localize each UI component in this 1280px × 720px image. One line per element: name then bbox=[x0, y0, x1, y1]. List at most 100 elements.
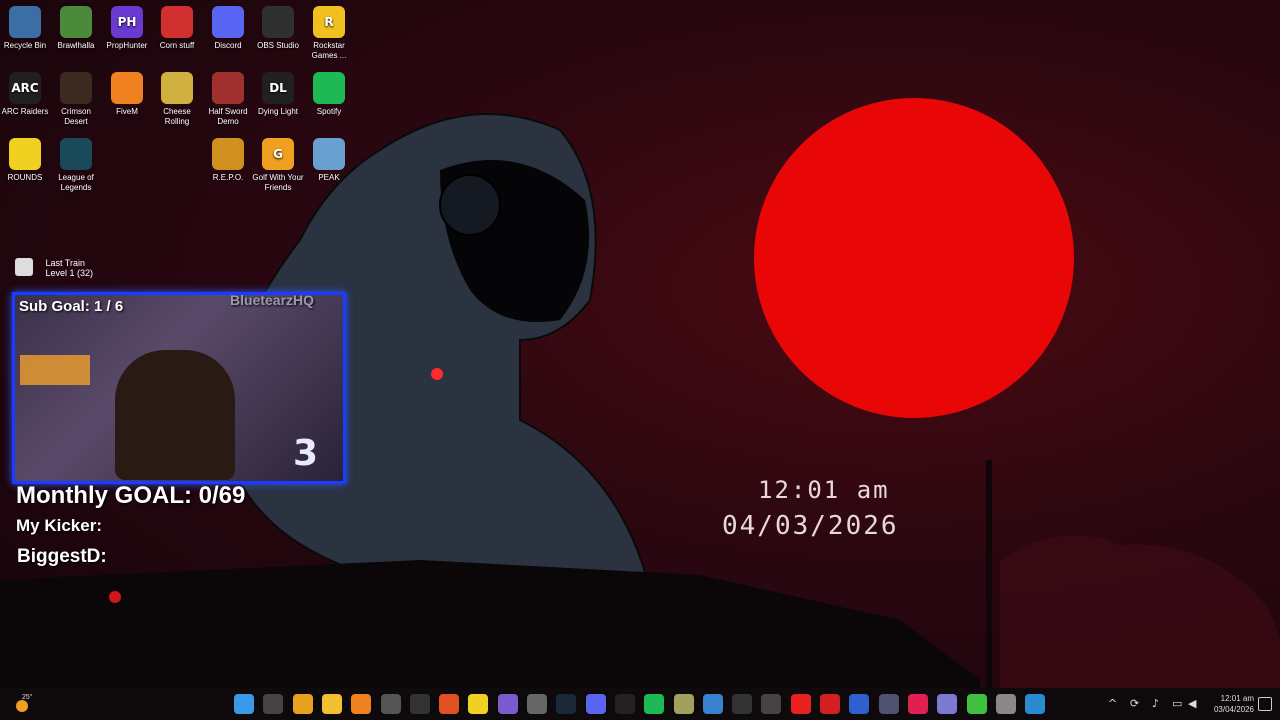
peak-icon bbox=[313, 138, 345, 170]
start-icon[interactable] bbox=[234, 694, 254, 714]
desktop-icon-corn-stuff[interactable]: Corn stuff bbox=[151, 6, 203, 51]
desktop-icon-golf-with-your-friends[interactable]: G Golf With Your Friends bbox=[252, 138, 304, 193]
settings-icon[interactable] bbox=[995, 694, 1016, 714]
desktop-icon-league-of-legends[interactable]: League of Legends bbox=[50, 138, 102, 193]
golf-with-your-friends-icon: G bbox=[262, 138, 294, 170]
show-hidden-icons[interactable]: ^ bbox=[1108, 697, 1117, 710]
taskbar: 25° ^ ⟳ ♪ ▭ ◀ 12:01 am 03/04/2026 bbox=[0, 688, 1280, 720]
epic-games-icon[interactable] bbox=[409, 694, 430, 714]
league-of-legends-icon bbox=[60, 138, 92, 170]
weather-widget[interactable]: 25° bbox=[12, 694, 52, 714]
brawlhalla-icon bbox=[60, 6, 92, 38]
faceit-icon[interactable] bbox=[790, 694, 811, 714]
prophunter-icon: PH bbox=[111, 6, 143, 38]
desktop-icon-label: Crimson Desert bbox=[61, 107, 91, 126]
cheese-rolling-icon bbox=[161, 72, 193, 104]
mic-icon[interactable]: ♪ bbox=[1152, 697, 1159, 710]
desktop-icon-half-sword[interactable]: Half Sword Demo bbox=[202, 72, 254, 127]
sticky-notes-icon[interactable] bbox=[468, 694, 489, 714]
desktop-icon-arc-raiders[interactable]: ARC ARC Raiders bbox=[0, 72, 51, 117]
desktop-icon-obs-studio[interactable]: OBS Studio bbox=[252, 6, 304, 51]
desktop-icon-brawlhalla[interactable]: Brawlhalla bbox=[50, 6, 102, 51]
display-icon[interactable]: ▭ bbox=[1172, 697, 1182, 710]
biggest-donor: BiggestD: bbox=[17, 546, 107, 567]
file-explorer-icon[interactable] bbox=[321, 694, 342, 714]
desktop-icon-crimson-desert[interactable]: Crimson Desert bbox=[50, 72, 102, 127]
desktop-icon-label: ARC Raiders bbox=[1, 107, 49, 116]
obs-icon[interactable] bbox=[380, 694, 401, 714]
app-icon-6[interactable] bbox=[849, 694, 870, 714]
vlc-icon[interactable] bbox=[351, 694, 372, 714]
desktop-icon-label: Half Sword Demo bbox=[208, 107, 248, 126]
weather-icon bbox=[16, 700, 28, 712]
app-icon-10[interactable] bbox=[1025, 694, 1046, 714]
desktop-icon-discord[interactable]: Discord bbox=[202, 6, 254, 51]
last-train-level: Level 1 (32) bbox=[45, 268, 93, 278]
desktop-icon-label: Discord bbox=[214, 41, 242, 50]
spotify-icon bbox=[313, 72, 345, 104]
notification-icon[interactable] bbox=[1258, 697, 1272, 711]
rounds-icon bbox=[9, 138, 41, 170]
network-icon[interactable]: ⟳ bbox=[1130, 697, 1139, 710]
brave-icon[interactable] bbox=[439, 694, 460, 714]
steam-icon[interactable] bbox=[556, 694, 577, 714]
volume-icon[interactable]: ◀ bbox=[1188, 697, 1196, 710]
terminal-icon[interactable] bbox=[732, 694, 753, 714]
desktop-icon-label: FiveM bbox=[116, 107, 138, 116]
app-icon-7[interactable] bbox=[878, 694, 899, 714]
spotify-icon[interactable] bbox=[644, 694, 665, 714]
my-kicker: My Kicker: bbox=[16, 516, 102, 535]
desktop-icon-peak[interactable]: PEAK bbox=[303, 138, 355, 183]
monthly-goal: Monthly GOAL: 0/69 bbox=[16, 482, 246, 509]
app-icon-2[interactable] bbox=[527, 694, 547, 714]
discord-icon[interactable] bbox=[585, 694, 606, 714]
arc-raiders-icon: ARC bbox=[9, 72, 41, 104]
desktop-icon-label: R.E.P.O. bbox=[212, 173, 244, 182]
app-icon-5[interactable] bbox=[820, 694, 840, 714]
desktop-icon-spotify[interactable]: Spotify bbox=[303, 72, 355, 117]
fivem-icon bbox=[111, 72, 143, 104]
desktop-icon-label: Brawlhalla bbox=[57, 41, 95, 50]
desktop-clock-date: 04/03/2026 bbox=[722, 511, 899, 541]
last-train-title: Last Train bbox=[45, 258, 85, 268]
app-icon-3[interactable] bbox=[673, 694, 694, 714]
desktop-icon-label: Corn stuff bbox=[159, 41, 195, 50]
half-sword-icon bbox=[212, 72, 244, 104]
webcam-frame: 3 bbox=[12, 292, 346, 484]
webcam-person bbox=[115, 350, 235, 480]
tiktok-icon[interactable] bbox=[907, 694, 928, 714]
tray-clock[interactable]: 12:01 am 03/04/2026 bbox=[1206, 693, 1254, 715]
search-icon[interactable] bbox=[263, 694, 284, 714]
desktop-icon-prophunter[interactable]: PH PropHunter bbox=[101, 6, 153, 51]
app-icon-8[interactable] bbox=[937, 694, 958, 714]
corn-stuff-icon bbox=[161, 6, 193, 38]
app-icon-1[interactable] bbox=[497, 694, 518, 714]
chrome-icon[interactable] bbox=[292, 694, 313, 714]
desktop-icon-repo[interactable]: R.E.P.O. bbox=[202, 138, 254, 183]
desktop-icon-label: OBS Studio bbox=[257, 41, 299, 50]
desktop-icon-label: PropHunter bbox=[106, 41, 148, 50]
app-icon-4[interactable] bbox=[761, 694, 782, 714]
weather-temp: 25° bbox=[22, 694, 33, 701]
desktop-icon-label: Dying Light bbox=[257, 107, 299, 116]
dying-light-icon: DL bbox=[262, 72, 294, 104]
webcam-light bbox=[20, 355, 90, 385]
app-icon-9[interactable] bbox=[966, 694, 987, 714]
desktop-icon-fivem[interactable]: FiveM bbox=[101, 72, 153, 117]
desktop-icon-rounds[interactable]: ROUNDS bbox=[0, 138, 51, 183]
desktop-icon-cheese-rolling[interactable]: Cheese Rolling bbox=[151, 72, 203, 127]
obs-studio-icon bbox=[262, 6, 294, 38]
tray-time: 12:01 am bbox=[1220, 694, 1254, 703]
desktop-icon-recycle-bin[interactable]: Recycle Bin bbox=[0, 6, 51, 51]
capcut-icon[interactable] bbox=[614, 694, 635, 714]
desktop-icon-rockstar[interactable]: R Rockstar Games ... bbox=[303, 6, 355, 61]
antenna bbox=[986, 460, 992, 690]
recycle-bin-icon bbox=[9, 6, 41, 38]
tray-date: 03/04/2026 bbox=[1213, 705, 1254, 714]
desktop-icon-label: ROUNDS bbox=[7, 173, 43, 182]
channel-name: BluetearzHQ bbox=[230, 292, 315, 308]
desktop-icon-label: League of Legends bbox=[58, 173, 94, 192]
desktop-icon-label: PEAK bbox=[318, 173, 340, 182]
photos-icon[interactable] bbox=[702, 694, 723, 714]
desktop-icon-dying-light[interactable]: DL Dying Light bbox=[252, 72, 304, 117]
